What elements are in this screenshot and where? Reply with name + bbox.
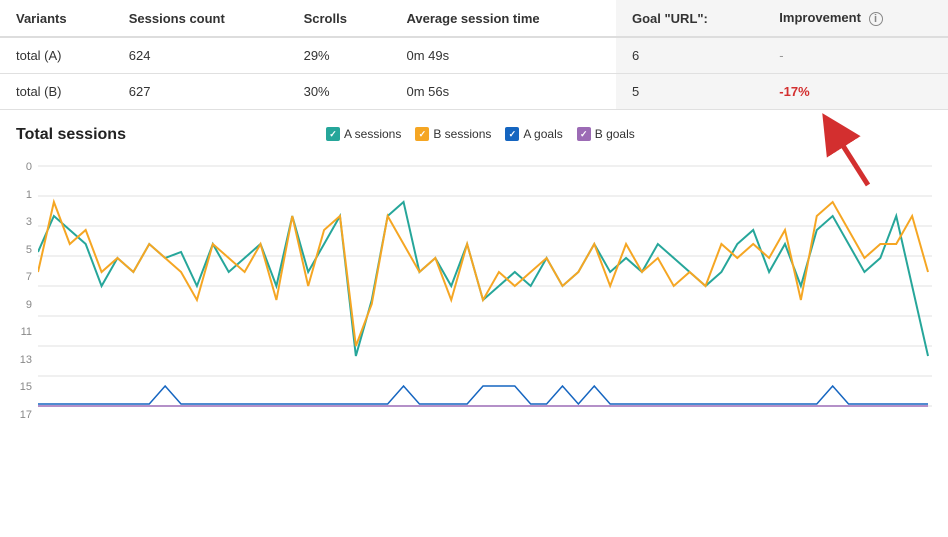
arrow-annotation — [798, 100, 888, 190]
cell-avg-time-b: 0m 56s — [390, 74, 616, 110]
chart-section: Total sessions ✓ A sessions ✓ B sessions… — [0, 110, 948, 446]
legend-a-goals-icon: ✓ — [505, 127, 519, 141]
legend-b-goals[interactable]: ✓ B goals — [577, 127, 635, 141]
col-header-goal-url: Goal "URL": — [616, 0, 763, 37]
legend-a-sessions[interactable]: ✓ A sessions — [326, 127, 401, 141]
chart-plot — [38, 156, 932, 421]
col-header-sessions-count: Sessions count — [113, 0, 288, 37]
info-icon[interactable]: i — [869, 12, 883, 26]
table-row: total (A) 624 29% 0m 49s 6 - — [0, 37, 948, 74]
legend-b-goals-icon: ✓ — [577, 127, 591, 141]
cell-improvement-a: - — [763, 37, 948, 74]
cell-variant-b: total (B) — [0, 74, 113, 110]
col-header-scrolls: Scrolls — [288, 0, 391, 37]
cell-sessions-a: 624 — [113, 37, 288, 74]
cell-variant-a: total (A) — [0, 37, 113, 74]
cell-avg-time-a: 0m 49s — [390, 37, 616, 74]
legend-a-goals[interactable]: ✓ A goals — [505, 127, 562, 141]
a-sessions-line — [38, 202, 928, 356]
cell-goal-a: 6 — [616, 37, 763, 74]
a-goals-line — [38, 386, 928, 404]
cell-scrolls-a: 29% — [288, 37, 391, 74]
ab-test-table: Variants Sessions count Scrolls Average … — [0, 0, 948, 110]
chart-title: Total sessions — [16, 126, 126, 144]
col-header-avg-session-time: Average session time — [390, 0, 616, 37]
b-sessions-line — [38, 202, 928, 346]
cell-goal-b: 5 — [616, 74, 763, 110]
legend-b-sessions-icon: ✓ — [415, 127, 429, 141]
cell-scrolls-b: 30% — [288, 74, 391, 110]
col-header-variants: Variants — [0, 0, 113, 37]
y-axis: 17 15 13 11 9 7 5 3 1 0 — [16, 161, 38, 421]
legend-b-sessions[interactable]: ✓ B sessions — [415, 127, 491, 141]
cell-sessions-b: 627 — [113, 74, 288, 110]
line-chart-svg — [38, 156, 932, 421]
legend-a-sessions-icon: ✓ — [326, 127, 340, 141]
chart-area: 17 15 13 11 9 7 5 3 1 0 — [16, 156, 932, 446]
col-header-improvement: Improvement i — [763, 0, 948, 37]
chart-legend: ✓ A sessions ✓ B sessions ✓ A goals ✓ B … — [326, 127, 635, 141]
